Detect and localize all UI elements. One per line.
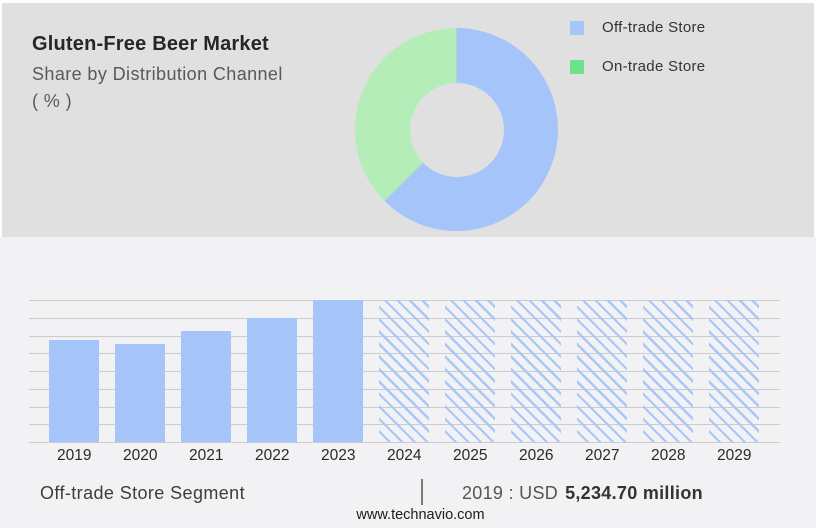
bar-2019 <box>49 340 100 442</box>
bar-2021 <box>181 330 232 442</box>
value-amount: 5,234.70 million <box>565 483 703 503</box>
x-label-2022: 2022 <box>255 447 290 464</box>
x-label-2023: 2023 <box>321 447 356 464</box>
footer-value: 2019 : USD 5,234.70 million <box>462 483 703 504</box>
x-label-2019: 2019 <box>57 447 92 464</box>
donut-hole <box>409 82 504 177</box>
legend-item-off-trade: Off-trade Store <box>570 19 706 36</box>
page-title: Gluten-Free Beer Market <box>32 33 269 55</box>
x-label-2024: 2024 <box>387 447 422 464</box>
gridline <box>29 442 780 443</box>
x-label-2029: 2029 <box>717 447 752 464</box>
bar-2029 <box>709 300 760 442</box>
bar-2020 <box>115 344 166 442</box>
bar-2028 <box>643 300 694 442</box>
bar-2025 <box>445 300 496 442</box>
legend-swatch-blue <box>570 20 584 35</box>
x-label-2026: 2026 <box>519 447 554 464</box>
x-label-2028: 2028 <box>651 447 686 464</box>
x-label-2025: 2025 <box>453 447 488 464</box>
donut-legend: Off-trade Store On-trade Store <box>570 19 706 98</box>
donut-chart <box>355 28 558 231</box>
legend-swatch-green <box>570 59 584 74</box>
chart-unit: ( % ) <box>32 91 72 111</box>
x-label-2020: 2020 <box>123 447 158 464</box>
bar-chart-plot <box>29 300 780 443</box>
bar-2023 <box>313 300 364 442</box>
bar-2022 <box>247 317 298 442</box>
chart-subtitle: Share by Distribution Channel <box>32 64 283 84</box>
bar-2027 <box>577 300 628 442</box>
x-label-2027: 2027 <box>585 447 620 464</box>
bar-2024 <box>379 300 430 442</box>
x-label-2021: 2021 <box>189 447 224 464</box>
segment-label: Off-trade Store Segment <box>40 483 245 503</box>
legend-item-on-trade: On-trade Store <box>570 58 706 75</box>
legend-label: Off-trade Store <box>602 19 706 36</box>
value-prefix: 2019 : USD <box>462 483 559 503</box>
website-url: www.technavio.com <box>356 507 485 523</box>
legend-label: On-trade Store <box>602 58 706 75</box>
footer-divider <box>421 479 423 505</box>
x-axis-labels: 2019 2020 2021 2022 2023 2024 2025 2026 2027 2028… <box>29 447 780 465</box>
bar-2026 <box>511 300 562 442</box>
